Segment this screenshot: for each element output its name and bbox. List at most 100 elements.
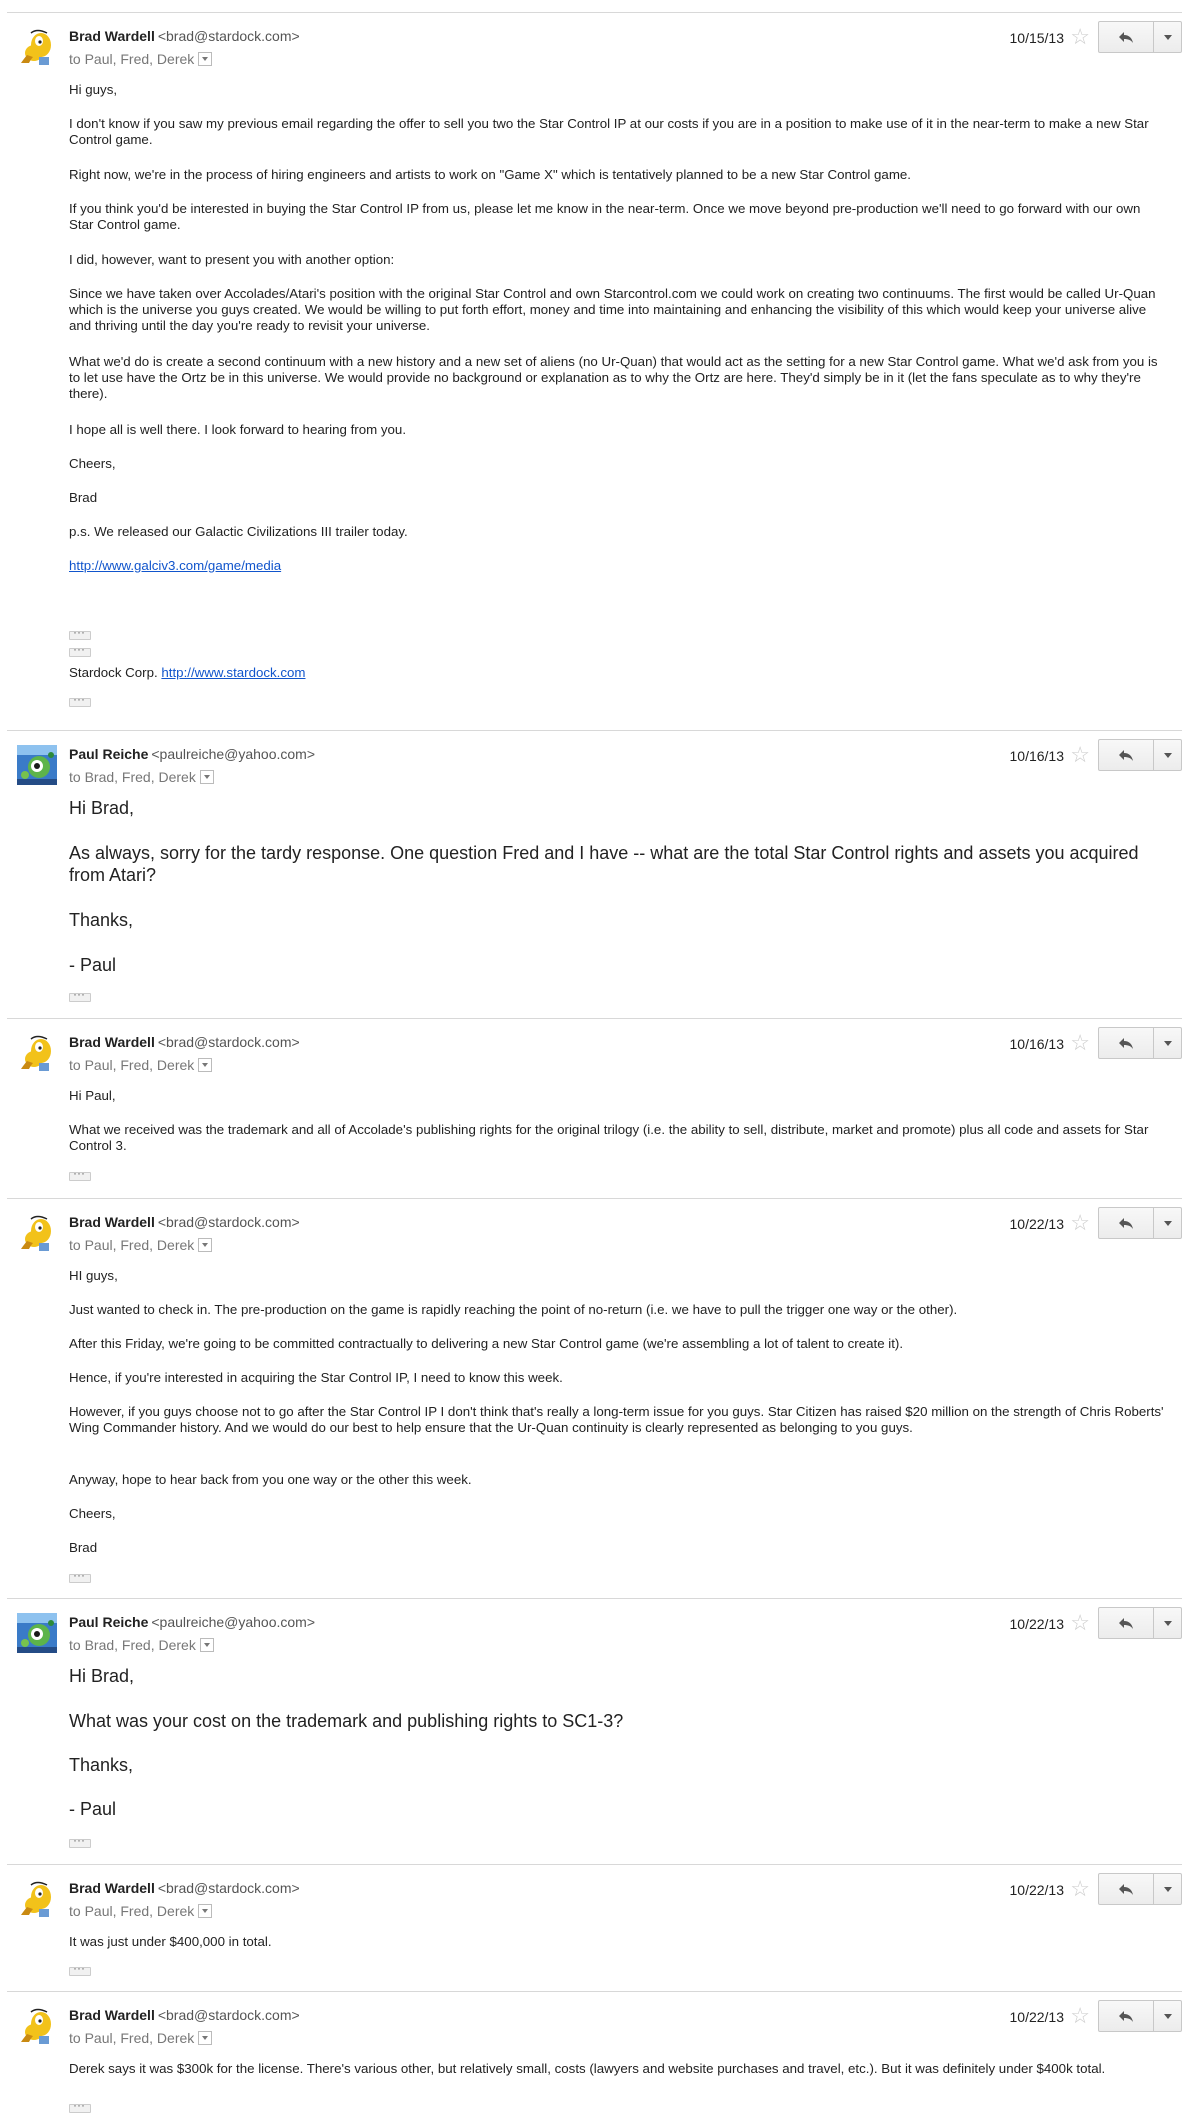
paragraph: Hi guys, bbox=[69, 82, 118, 97]
sender-name[interactable]: Paul Reiche bbox=[69, 1614, 148, 1630]
reply-button[interactable] bbox=[1098, 1607, 1154, 1639]
show-trimmed-content-icon[interactable] bbox=[69, 1166, 91, 1181]
paragraph: HI guys, bbox=[69, 1268, 118, 1283]
sender-avatar[interactable] bbox=[17, 1213, 57, 1253]
sender-email: <brad@stardock.com> bbox=[157, 2007, 300, 2023]
green-alien-avatar-icon bbox=[17, 745, 57, 785]
show-details-icon[interactable] bbox=[199, 770, 214, 785]
sender-name[interactable]: Paul Reiche bbox=[69, 746, 148, 762]
show-details-icon[interactable] bbox=[198, 1238, 213, 1253]
show-trimmed-content-icon[interactable] bbox=[69, 987, 91, 1002]
show-trimmed-content-icon[interactable] bbox=[69, 1568, 91, 1583]
show-trimmed-content-icon[interactable] bbox=[69, 1961, 91, 1976]
more-options-button[interactable] bbox=[1154, 1873, 1182, 1905]
recipients: to Paul, Fred, Derek bbox=[69, 1903, 195, 1919]
paragraph: What was your cost on the trademark and … bbox=[69, 1711, 624, 1731]
star-icon[interactable]: ☆ bbox=[1070, 1212, 1090, 1234]
more-options-button[interactable] bbox=[1154, 21, 1182, 53]
show-details-icon[interactable] bbox=[199, 1638, 214, 1653]
paragraph: - Paul bbox=[69, 955, 117, 975]
show-details-icon[interactable] bbox=[198, 1058, 213, 1073]
sender-name[interactable]: Brad Wardell bbox=[69, 28, 155, 44]
reply-button[interactable] bbox=[1098, 21, 1154, 53]
chevron-down-icon bbox=[1163, 1220, 1172, 1226]
reply-icon bbox=[1118, 1615, 1134, 1631]
star-icon[interactable]: ☆ bbox=[1070, 744, 1090, 766]
galciv3-link[interactable]: http://www.galciv3.com/game/media bbox=[69, 558, 281, 573]
paragraph: p.s. We released our Galactic Civilizati… bbox=[69, 524, 408, 539]
paragraph: Thanks, bbox=[69, 910, 134, 930]
sender-email: <paulreiche@yahoo.com> bbox=[151, 1614, 316, 1630]
green-alien-avatar-icon bbox=[17, 1613, 57, 1653]
sender-name[interactable]: Brad Wardell bbox=[69, 1880, 155, 1896]
paragraph: Hi Brad, bbox=[69, 1666, 135, 1686]
sender-avatar[interactable] bbox=[17, 2006, 57, 2046]
recipients: to Paul, Fred, Derek bbox=[69, 51, 195, 67]
more-options-button[interactable] bbox=[1154, 739, 1182, 771]
star-icon[interactable]: ☆ bbox=[1070, 26, 1090, 48]
recipients: to Paul, Fred, Derek bbox=[69, 1057, 195, 1073]
reply-button[interactable] bbox=[1098, 1207, 1154, 1239]
paragraph: Right now, we're in the process of hirin… bbox=[69, 167, 911, 182]
reply-icon bbox=[1118, 1881, 1134, 1897]
yellow-avatar-icon bbox=[17, 2006, 57, 2046]
reply-button[interactable] bbox=[1098, 1027, 1154, 1059]
sender-avatar[interactable] bbox=[17, 1033, 57, 1073]
chevron-down-icon bbox=[1163, 1620, 1172, 1626]
email-message: Paul Reiche <paulreiche@yahoo.com> to Bra… bbox=[7, 730, 1182, 1018]
show-trimmed-content-icon[interactable] bbox=[69, 692, 91, 707]
sender-avatar[interactable] bbox=[17, 745, 57, 785]
more-options-button[interactable] bbox=[1154, 2000, 1182, 2032]
reply-button[interactable] bbox=[1098, 739, 1154, 771]
paragraph: Cheers, bbox=[69, 456, 116, 471]
star-icon[interactable]: ☆ bbox=[1070, 2005, 1090, 2027]
show-trimmed-content-icon[interactable] bbox=[69, 625, 91, 640]
sender-avatar[interactable] bbox=[17, 1879, 57, 1919]
star-icon[interactable]: ☆ bbox=[1070, 1612, 1090, 1634]
message-header: Paul Reiche <paulreiche@yahoo.com> to Bra… bbox=[69, 1613, 315, 1654]
reply-controls bbox=[1098, 2000, 1182, 2034]
reply-controls bbox=[1098, 21, 1182, 55]
yellow-avatar-icon bbox=[17, 1879, 57, 1919]
star-icon[interactable]: ☆ bbox=[1070, 1878, 1090, 1900]
email-message: Brad Wardell <brad@stardock.com> to Paul,… bbox=[7, 12, 1182, 730]
more-options-button[interactable] bbox=[1154, 1607, 1182, 1639]
sender-email: <paulreiche@yahoo.com> bbox=[151, 746, 316, 762]
stardock-link[interactable]: http://www.stardock.com bbox=[161, 665, 305, 680]
sender-name[interactable]: Brad Wardell bbox=[69, 1214, 155, 1230]
yellow-avatar-icon bbox=[17, 1033, 57, 1073]
show-trimmed-content-icon[interactable] bbox=[69, 2098, 91, 2113]
sender-avatar[interactable] bbox=[17, 27, 57, 67]
show-trimmed-content-icon[interactable] bbox=[69, 1833, 91, 1848]
show-trimmed-content-icon[interactable] bbox=[69, 642, 91, 657]
paragraph: - Paul bbox=[69, 1799, 117, 1819]
paragraph: After this Friday, we're going to be com… bbox=[69, 1336, 904, 1351]
chevron-down-icon bbox=[1163, 752, 1172, 758]
message-date: 10/22/13 bbox=[1009, 1882, 1065, 1898]
email-message: Brad Wardell <brad@stardock.com> to Paul,… bbox=[7, 1864, 1182, 1991]
reply-button[interactable] bbox=[1098, 1873, 1154, 1905]
more-options-button[interactable] bbox=[1154, 1207, 1182, 1239]
show-details-icon[interactable] bbox=[198, 1904, 213, 1919]
more-options-button[interactable] bbox=[1154, 1027, 1182, 1059]
paragraph: I did, however, want to present you with… bbox=[69, 252, 395, 267]
show-details-icon[interactable] bbox=[198, 2031, 213, 2046]
email-message: Brad Wardell <brad@stardock.com> to Paul,… bbox=[7, 1198, 1182, 1598]
paragraph: Hence, if you're interested in acquiring… bbox=[69, 1370, 563, 1385]
sender-name[interactable]: Brad Wardell bbox=[69, 2007, 155, 2023]
message-date: 10/16/13 bbox=[1009, 1036, 1065, 1052]
star-icon[interactable]: ☆ bbox=[1070, 1032, 1090, 1054]
reply-controls bbox=[1098, 1607, 1182, 1641]
reply-icon bbox=[1118, 2008, 1134, 2024]
show-details-icon[interactable] bbox=[198, 52, 213, 67]
yellow-avatar-icon bbox=[17, 1213, 57, 1253]
yellow-avatar-icon bbox=[17, 27, 57, 67]
reply-button[interactable] bbox=[1098, 2000, 1154, 2032]
message-date: 10/22/13 bbox=[1009, 1616, 1065, 1632]
sender-email: <brad@stardock.com> bbox=[157, 28, 300, 44]
paragraph: I hope all is well there. I look forward… bbox=[69, 422, 407, 437]
paragraph: Brad bbox=[69, 1540, 98, 1555]
sender-name[interactable]: Brad Wardell bbox=[69, 1034, 155, 1050]
chevron-down-icon bbox=[1163, 1886, 1172, 1892]
sender-avatar[interactable] bbox=[17, 1613, 57, 1653]
